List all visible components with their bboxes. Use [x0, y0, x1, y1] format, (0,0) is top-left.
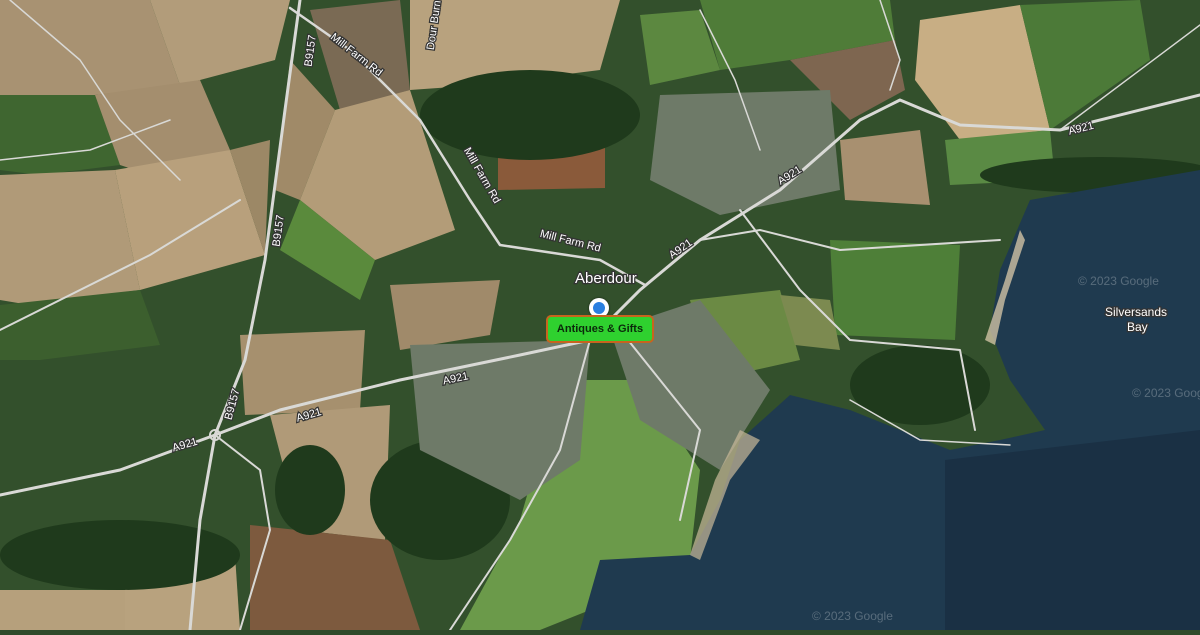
place-label-aberdour: Aberdour: [575, 270, 637, 287]
bay-label-line2: Bay: [1127, 320, 1148, 334]
watermark-right: © 2023 Google: [1132, 386, 1200, 400]
marker-label-antiques-gifts[interactable]: Antiques & Gifts: [546, 315, 654, 343]
watermark-bottom: © 2023 Google: [812, 609, 893, 623]
bay-label-line1: Silversands: [1105, 305, 1167, 319]
watermark-top: © 2023 Google: [1078, 274, 1159, 288]
map-view[interactable]: A921 A921 A921 A921 A921 A921 B9157 B915…: [0, 0, 1200, 632]
